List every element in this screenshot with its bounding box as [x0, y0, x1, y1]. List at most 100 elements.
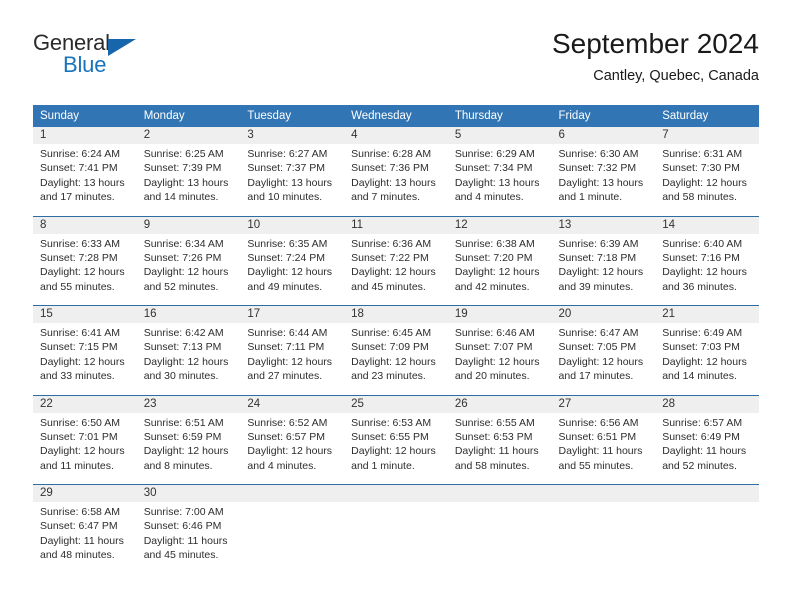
sunrise-text: Sunrise: 6:36 AM	[351, 237, 432, 250]
day-cell[interactable]: Sunrise: 6:31 AM Sunset: 7:30 PM Dayligh…	[655, 144, 759, 216]
daylight-text-line2: and 4 minutes.	[247, 459, 317, 472]
day-cell[interactable]: Sunrise: 6:36 AM Sunset: 7:22 PM Dayligh…	[344, 234, 448, 306]
page-subtitle-location: Cantley, Quebec, Canada	[593, 68, 759, 84]
week-1-daynumber-row: 1 2 3 4 5 6 7	[33, 127, 759, 144]
sunset-text: Sunset: 7:24 PM	[247, 251, 326, 264]
daynumber-cell: 1	[33, 127, 137, 144]
day-cell[interactable]: Sunrise: 6:45 AM Sunset: 7:09 PM Dayligh…	[344, 323, 448, 395]
daylight-text-line1: Daylight: 12 hours	[143, 266, 229, 279]
day-cell[interactable]: Sunrise: 6:29 AM Sunset: 7:34 PM Dayligh…	[448, 144, 552, 216]
daylight-text-line1: Daylight: 12 hours	[558, 355, 644, 368]
daynumber-cell: 17	[240, 305, 345, 323]
day-cell[interactable]: Sunrise: 6:24 AM Sunset: 7:41 PM Dayligh…	[33, 144, 137, 216]
day-cell[interactable]: Sunrise: 6:50 AM Sunset: 7:01 PM Dayligh…	[33, 413, 137, 485]
sunset-text: Sunset: 7:09 PM	[351, 341, 429, 354]
daylight-text-line2: and 1 minute.	[558, 191, 623, 204]
daynumber-cell: 4	[344, 127, 448, 144]
sunrise-text: Sunrise: 6:34 AM	[143, 237, 224, 250]
day-cell[interactable]: Sunrise: 6:38 AM Sunset: 7:20 PM Dayligh…	[448, 234, 552, 306]
sunrise-text: Sunrise: 6:44 AM	[247, 327, 328, 339]
day-cell[interactable]: Sunrise: 6:47 AM Sunset: 7:05 PM Dayligh…	[552, 323, 656, 395]
daylight-text-line1: Daylight: 11 hours	[143, 534, 228, 547]
daylight-text-line1: Daylight: 12 hours	[40, 355, 125, 368]
weekday-header-saturday: Saturday	[655, 105, 759, 127]
daylight-text-line2: and 7 minutes.	[351, 191, 420, 204]
daylight-text-line2: and 10 minutes.	[247, 191, 323, 204]
sunset-text: Sunset: 7:11 PM	[247, 341, 325, 354]
day-cell[interactable]: Sunrise: 6:57 AM Sunset: 6:49 PM Dayligh…	[655, 413, 759, 485]
sunrise-text: Sunrise: 6:30 AM	[558, 148, 639, 160]
daylight-text-line1: Daylight: 12 hours	[247, 445, 333, 458]
daylight-text-line2: and 45 minutes.	[351, 280, 426, 293]
day-cell[interactable]: Sunrise: 6:39 AM Sunset: 7:18 PM Dayligh…	[552, 234, 656, 306]
daynumber-cell: 5	[447, 127, 552, 144]
daylight-text-line2: and 48 minutes.	[40, 549, 115, 562]
daylight-text-line2: and 42 minutes.	[454, 280, 530, 293]
day-cell[interactable]: Sunrise: 6:30 AM Sunset: 7:32 PM Dayligh…	[552, 144, 656, 216]
daynumber-cell: 24	[240, 394, 345, 413]
day-cell-empty	[552, 502, 656, 574]
sunrise-text: Sunrise: 6:24 AM	[40, 148, 120, 160]
daylight-text-line2: and 17 minutes.	[40, 191, 115, 204]
sunset-text: Sunset: 7:41 PM	[40, 162, 118, 175]
daylight-text-line1: Daylight: 13 hours	[454, 176, 540, 189]
sunset-text: Sunset: 7:36 PM	[351, 162, 429, 175]
sunset-text: Sunset: 7:03 PM	[662, 341, 740, 354]
sunset-text: Sunset: 7:13 PM	[143, 341, 222, 354]
daylight-text-line1: Daylight: 12 hours	[40, 266, 125, 279]
day-cell[interactable]: Sunrise: 6:33 AM Sunset: 7:28 PM Dayligh…	[33, 234, 137, 306]
sunset-text: Sunset: 7:30 PM	[662, 162, 740, 175]
day-cell[interactable]: Sunrise: 6:27 AM Sunset: 7:37 PM Dayligh…	[240, 144, 344, 216]
daylight-text-line1: Daylight: 13 hours	[40, 176, 125, 189]
day-cell[interactable]: Sunrise: 6:44 AM Sunset: 7:11 PM Dayligh…	[240, 323, 344, 395]
daynumber-cell: 13	[551, 215, 656, 234]
day-cell[interactable]: Sunrise: 6:34 AM Sunset: 7:26 PM Dayligh…	[137, 234, 241, 306]
sunrise-text: Sunrise: 6:28 AM	[351, 148, 432, 160]
daynumber-cell: 10	[240, 215, 345, 234]
day-cell[interactable]: Sunrise: 6:55 AM Sunset: 6:53 PM Dayligh…	[448, 413, 552, 485]
daynumber-cell: 23	[136, 394, 241, 413]
day-cell[interactable]: Sunrise: 6:51 AM Sunset: 6:59 PM Dayligh…	[137, 413, 241, 485]
day-cell[interactable]: Sunrise: 6:49 AM Sunset: 7:03 PM Dayligh…	[655, 323, 759, 395]
daynumber-cell: 3	[240, 127, 345, 144]
sunrise-text: Sunrise: 6:46 AM	[454, 327, 535, 339]
logo-triangle-icon	[108, 39, 136, 56]
day-cell[interactable]: Sunrise: 7:00 AM Sunset: 6:46 PM Dayligh…	[137, 502, 241, 574]
week-4-detail-row: Sunrise: 6:50 AM Sunset: 7:01 PM Dayligh…	[33, 413, 759, 485]
daylight-text-line1: Daylight: 12 hours	[454, 266, 540, 279]
title-block: September 2024 Cantley, Quebec, Canada	[552, 27, 759, 87]
day-cell[interactable]: Sunrise: 6:53 AM Sunset: 6:55 PM Dayligh…	[344, 413, 448, 485]
calendar-body: 1 2 3 4 5 6 7 Sunrise: 6:24 AM Sunset: 7…	[33, 127, 759, 574]
day-cell[interactable]: Sunrise: 6:41 AM Sunset: 7:15 PM Dayligh…	[33, 323, 137, 395]
week-1-detail-row: Sunrise: 6:24 AM Sunset: 7:41 PM Dayligh…	[33, 144, 759, 216]
day-cell[interactable]: Sunrise: 6:28 AM Sunset: 7:36 PM Dayligh…	[344, 144, 448, 216]
week-4-daynumber-row: 22 23 24 25 26 27 28	[33, 394, 759, 413]
sunset-text: Sunset: 7:28 PM	[40, 251, 118, 264]
day-cell[interactable]: Sunrise: 6:58 AM Sunset: 6:47 PM Dayligh…	[33, 502, 137, 574]
sunset-text: Sunset: 7:15 PM	[40, 341, 118, 354]
day-cell[interactable]: Sunrise: 6:52 AM Sunset: 6:57 PM Dayligh…	[240, 413, 344, 485]
daylight-text-line2: and 36 minutes.	[662, 280, 737, 293]
sunset-text: Sunset: 6:49 PM	[662, 430, 740, 443]
daynumber-cell: 18	[344, 305, 448, 323]
daylight-text-line1: Daylight: 12 hours	[454, 355, 540, 368]
daylight-text-line2: and 23 minutes.	[351, 370, 426, 383]
logo-text-blue: Blue	[63, 52, 107, 77]
daylight-text-line2: and 39 minutes.	[558, 280, 634, 293]
day-cell[interactable]: Sunrise: 6:35 AM Sunset: 7:24 PM Dayligh…	[240, 234, 344, 306]
day-cell[interactable]: Sunrise: 6:56 AM Sunset: 6:51 PM Dayligh…	[552, 413, 656, 485]
general-blue-logo[interactable]: General Blue	[33, 30, 263, 86]
day-cell[interactable]: Sunrise: 6:25 AM Sunset: 7:39 PM Dayligh…	[137, 144, 241, 216]
sunset-text: Sunset: 7:37 PM	[247, 162, 326, 175]
day-cell[interactable]: Sunrise: 6:40 AM Sunset: 7:16 PM Dayligh…	[655, 234, 759, 306]
daynumber-cell: 6	[551, 127, 656, 144]
daylight-text-line1: Daylight: 13 hours	[143, 176, 229, 189]
sunrise-text: Sunrise: 6:47 AM	[558, 327, 639, 339]
sunset-text: Sunset: 6:55 PM	[351, 430, 429, 443]
day-cell[interactable]: Sunrise: 6:46 AM Sunset: 7:07 PM Dayligh…	[448, 323, 552, 395]
weekday-header-monday: Monday	[136, 105, 241, 127]
weekday-header-row: Sunday Monday Tuesday Wednesday Thursday…	[33, 105, 759, 127]
sunset-text: Sunset: 7:01 PM	[40, 430, 118, 443]
sunrise-sunset-calendar-table: Sunday Monday Tuesday Wednesday Thursday…	[33, 105, 759, 574]
day-cell[interactable]: Sunrise: 6:42 AM Sunset: 7:13 PM Dayligh…	[137, 323, 241, 395]
